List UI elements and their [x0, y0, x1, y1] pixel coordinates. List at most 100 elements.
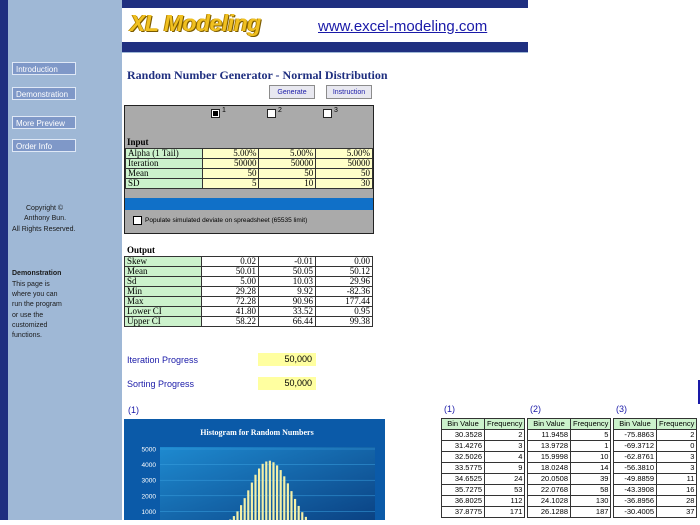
- bin-value-cell: -30.4005: [614, 507, 657, 518]
- histogram-bar: [272, 462, 274, 520]
- y-tick-label: 3000: [142, 478, 157, 485]
- frequency-cell: 2: [485, 430, 525, 441]
- chart-plot-area: [160, 447, 375, 520]
- bin-table-2: Bin ValueFrequency11.9458513.9728115.999…: [527, 418, 611, 518]
- header-top-bar: [122, 0, 528, 8]
- bin-value-cell: 22.0768: [528, 485, 571, 496]
- input-cell[interactable]: 5.00%: [202, 149, 259, 159]
- histogram-bar: [290, 491, 292, 520]
- input-cell[interactable]: 50000: [316, 159, 373, 169]
- bin-table-3: Bin ValueFrequency-75.88632-69.37120-62.…: [613, 418, 697, 518]
- table-row: -56.38103: [614, 463, 697, 474]
- sorting-progress-value: 50,000: [258, 377, 316, 390]
- frequency-cell: 28: [657, 496, 697, 507]
- input-row-label: Mean: [126, 169, 203, 179]
- output-cell: -82.36: [316, 287, 373, 297]
- input-cell[interactable]: 10: [259, 179, 316, 189]
- output-row: Sd5.0010.0329.96: [125, 277, 373, 287]
- y-tick-label: 2000: [142, 493, 157, 500]
- output-cell: -0.01: [259, 257, 316, 267]
- histogram-svg: Histogram for Random Numbers 50004000300…: [124, 419, 385, 520]
- histogram-bar: [236, 511, 238, 520]
- input-cell[interactable]: 5.00%: [259, 149, 316, 159]
- input-row: Mean505050: [126, 169, 373, 179]
- input-cell[interactable]: 50000: [202, 159, 259, 169]
- table-row: 35.727553: [442, 485, 525, 496]
- output-cell: 5.00: [202, 277, 259, 287]
- output-cell: 10.03: [259, 277, 316, 287]
- output-row: Mean50.0150.0550.12: [125, 267, 373, 277]
- bin-value-cell: 37.8775: [442, 507, 485, 518]
- nav-order-info-button[interactable]: Order Info: [12, 139, 76, 152]
- output-cell: 33.52: [259, 307, 316, 317]
- y-tick-label: 4000: [142, 462, 157, 469]
- histogram-bar: [265, 461, 267, 520]
- demo-text-5: customized: [12, 322, 47, 329]
- input-cell[interactable]: 30: [316, 179, 373, 189]
- radio-label-2: 2: [278, 107, 282, 114]
- instruction-button[interactable]: Instruction: [326, 85, 372, 99]
- table-row: 30.35282: [442, 430, 525, 441]
- input-cell[interactable]: 5.00%: [316, 149, 373, 159]
- nav-more-preview-button[interactable]: More Preview: [12, 116, 76, 129]
- table-row: 22.076858: [528, 485, 611, 496]
- histogram-bar: [269, 461, 271, 520]
- frequency-cell: 9: [485, 463, 525, 474]
- input-cell[interactable]: 50: [259, 169, 316, 179]
- copyright-line-1: Copyright ©: [26, 205, 63, 212]
- demo-text-4: or use the: [12, 312, 43, 319]
- radio-option-2[interactable]: [267, 109, 276, 118]
- table-row: -69.37120: [614, 441, 697, 452]
- table-2-label: (2): [530, 404, 541, 414]
- frequency-cell: 16: [657, 485, 697, 496]
- table-row: -49.885911: [614, 474, 697, 485]
- radio-option-1[interactable]: [211, 109, 220, 118]
- frequency-cell: 39: [571, 474, 611, 485]
- output-cell: 58.22: [202, 317, 259, 327]
- input-divider-band: [125, 198, 373, 210]
- frequency-cell: 11: [657, 474, 697, 485]
- output-row-label: Sd: [125, 277, 202, 287]
- bin-value-cell: 24.1028: [528, 496, 571, 507]
- table-row: -75.88632: [614, 430, 697, 441]
- bin-value-cell: 32.5026: [442, 452, 485, 463]
- histogram-bar: [287, 483, 289, 520]
- nav-demonstration-button[interactable]: Demonstration: [12, 87, 76, 100]
- header-divider: [122, 52, 528, 53]
- xl-modeling-logo: XL Modeling: [130, 10, 261, 37]
- table-row: 33.57759: [442, 463, 525, 474]
- frequency-cell: 10: [571, 452, 611, 463]
- input-cell[interactable]: 50: [316, 169, 373, 179]
- frequency-cell: 53: [485, 485, 525, 496]
- input-row-label: Alpha (1 Tail): [126, 149, 203, 159]
- radio-option-3[interactable]: [323, 109, 332, 118]
- input-cell[interactable]: 5: [202, 179, 259, 189]
- frequency-cell: 187: [571, 507, 611, 518]
- site-link[interactable]: www.excel-modeling.com: [318, 18, 487, 35]
- histogram-bar: [301, 512, 303, 520]
- header-bottom-bar: [122, 42, 528, 52]
- input-cell[interactable]: 50000: [259, 159, 316, 169]
- histogram-bar: [254, 475, 256, 520]
- input-cell[interactable]: 50: [202, 169, 259, 179]
- generate-button[interactable]: Generate: [269, 85, 315, 99]
- frequency-cell: 58: [571, 485, 611, 496]
- histogram-bar: [294, 499, 296, 520]
- frequency-cell: 14: [571, 463, 611, 474]
- output-row: Upper CI58.2266.4499.38: [125, 317, 373, 327]
- bin-value-cell: -49.8859: [614, 474, 657, 485]
- populate-checkbox-row[interactable]: Populate simulated deviate on spreadshee…: [133, 216, 307, 225]
- input-title: Input: [127, 137, 149, 147]
- output-cell: 29.28: [202, 287, 259, 297]
- populate-checkbox[interactable]: [133, 216, 142, 225]
- chart-label: (1): [128, 405, 139, 415]
- output-cell: 0.95: [316, 307, 373, 317]
- bin-value-cell: -62.8761: [614, 452, 657, 463]
- bin-value-cell: 30.3528: [442, 430, 485, 441]
- nav-introduction-button[interactable]: Introduction: [12, 62, 76, 75]
- bin-value-cell: 33.5775: [442, 463, 485, 474]
- output-row-label: Lower CI: [125, 307, 202, 317]
- histogram-bar: [280, 470, 282, 520]
- sorting-progress-label: Sorting Progress: [127, 379, 194, 389]
- output-cell: 66.44: [259, 317, 316, 327]
